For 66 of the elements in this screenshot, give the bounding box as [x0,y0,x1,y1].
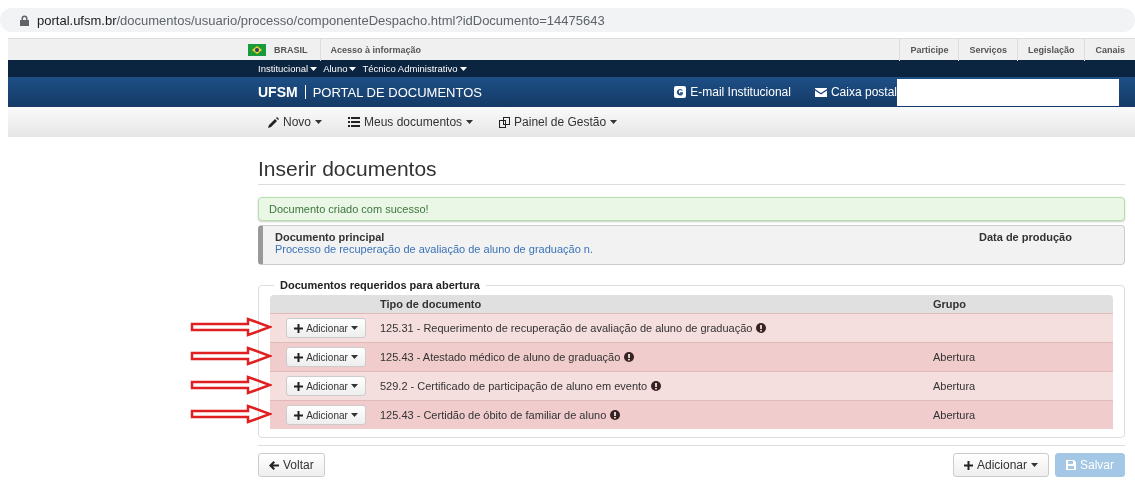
field-label: Documento principal [275,231,386,243]
separator-line [304,85,306,99]
caret-icon [349,66,357,71]
add-dropdown-button[interactable]: Adicionar [286,376,366,396]
success-alert: Documento criado com sucesso! [258,197,1125,221]
caret-icon [466,120,474,124]
document-type-cell: 125.31 - Requerimento de recuperação de avaliação de aluno de graduação [380,322,933,334]
page-title: Inserir documentos [258,157,1125,185]
mailbox-link[interactable]: Caixa postal [814,85,897,99]
document-type-cell: 529.2 - Certificado de participação de aluno em evento [380,380,933,392]
document-type-cell: 125.43 - Certidão de óbito de familiar de aluno [380,409,933,421]
nav-menu-item[interactable]: Aluno [323,63,357,74]
menu-item[interactable]: Novo [268,115,322,129]
caret-icon [310,66,318,71]
nav-menu-item[interactable]: Técnico Administrativo [362,63,467,74]
add-dropdown-button[interactable]: Adicionar [286,318,366,338]
caret-icon [350,326,358,330]
caret-icon [350,355,358,359]
add-dropdown-button[interactable]: Adicionar [286,347,366,367]
plus-icon [963,460,973,470]
plus-icon [294,381,304,391]
menu-item[interactable]: Meus documentos [348,115,474,129]
copy-icon [499,116,511,128]
group-cell-text: Abertura [933,409,977,421]
access-link[interactable]: Acesso à informação [320,44,900,55]
floppy-icon [1066,460,1076,470]
group-cell-text: Abertura [933,351,977,363]
document-link[interactable]: Processo de recuperação de avaliação de aluno de graduação n. [275,243,593,255]
back-button[interactable]: Voltar [258,453,325,477]
email-link[interactable]: E-mail Institucional [674,85,791,99]
caret-icon [350,413,358,417]
menu-item[interactable]: Painel de Gestão [499,115,618,129]
exclamation-icon [756,323,767,333]
caret-icon [350,384,358,388]
list-icon [348,117,360,127]
document-type-cell: 125.43 - Atestado médico de aluno de graduação [380,351,933,363]
exclamation-icon [624,352,635,362]
flag-icon [248,43,266,56]
g-icon [674,86,687,98]
add-dropdown-button[interactable]: Adicionar [952,453,1049,477]
group-cell-text: Abertura [933,380,977,392]
exclamation-icon [610,410,621,420]
caret-icon [459,66,467,71]
portal-title: PORTAL DE DOCUMENTOS [312,84,483,100]
brand-text: UFSM [258,84,298,100]
lock-icon [20,14,29,26]
search-field[interactable] [897,78,1119,106]
column-header: Grupo [933,298,967,310]
arrow-left-icon [269,460,279,470]
column-header: Tipo de documento [380,298,483,310]
plus-icon [294,352,304,362]
caret-icon [610,120,618,124]
plus-icon [294,410,304,420]
url-path: /documentos/usuario/processo/componenteDespacho.html?idDocumento=14475643 [116,12,605,28]
panel-legend: Documentos requeridos para abertura [274,279,486,291]
field-label: Data de produção [979,231,1073,243]
add-dropdown-button[interactable]: Adicionar [286,405,366,425]
caret-icon [315,120,322,124]
nav-menu-item[interactable]: Institucional [258,63,318,74]
pencil-icon [268,116,279,128]
plus-icon [294,323,304,333]
envelope-icon [814,87,827,97]
address-bar[interactable]: portal.ufsm.br/documentos/usuario/processo/componenteDespacho.html?idDocumento=14475643 [0,8,1135,32]
url-host: portal.ufsm.br [37,12,117,28]
caret-icon [1031,463,1038,467]
exclamation-icon [651,381,662,391]
